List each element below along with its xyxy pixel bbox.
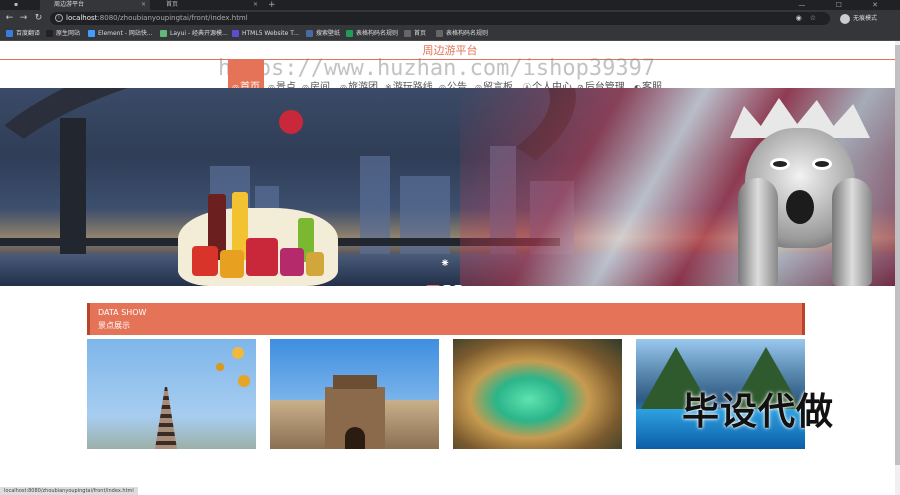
bookmark-icon: [88, 30, 95, 37]
profile-label: 无痕模式: [853, 15, 878, 22]
carousel-dot[interactable]: [443, 285, 451, 286]
attraction-card[interactable]: [270, 339, 439, 449]
reload-icon[interactable]: ↻: [33, 13, 44, 24]
gate-tower: [333, 375, 377, 389]
pagoda: [155, 387, 177, 449]
mouse-cursor-indicator: [279, 110, 303, 134]
bridge-tower: [60, 118, 86, 258]
site-info-icon[interactable]: i: [55, 14, 63, 22]
carousel-dot[interactable]: [426, 285, 440, 286]
page: 周边游平台 https://www.huzhan.com/ishop39397 …: [0, 41, 900, 495]
bookmark-item[interactable]: HTML5 Website T...: [232, 27, 299, 41]
statue-hand: [738, 178, 778, 286]
attraction-card[interactable]: [453, 339, 622, 449]
jam-jar: [220, 250, 244, 278]
site-title: 周边游平台: [0, 41, 900, 60]
browser-menu-icon[interactable]: ▪: [0, 0, 24, 10]
bookmark-label: HTML5 Website T...: [242, 30, 299, 37]
gate-arch: [345, 427, 365, 449]
data-show-title-en: DATA SHOW: [98, 308, 147, 317]
back-icon[interactable]: ←: [4, 13, 15, 24]
bookmark-icon: [6, 30, 13, 37]
window-controls[interactable]: — ☐ ✕: [798, 0, 892, 10]
status-bar: localhost:8080/zhoubianyoupingtai/front/…: [0, 487, 138, 495]
bookmark-icon: [436, 30, 443, 37]
jam-jar: [246, 238, 278, 276]
loading-spinner-icon: ⁕: [440, 256, 451, 270]
bookmark-icon: [232, 30, 239, 37]
url-text: localhost:8080/zhoubianyoupingtai/front/…: [66, 14, 248, 22]
data-show-header: DATA SHOW 景点展示: [87, 303, 805, 335]
bookmark-icon: [160, 30, 167, 37]
jam-jar: [280, 248, 304, 276]
carousel-dot[interactable]: [454, 285, 462, 286]
city-gate: [325, 375, 385, 449]
browser-tab[interactable]: 首页 ✕: [152, 0, 262, 10]
bookmark-label: 表格构码名规则: [446, 30, 489, 37]
forward-icon[interactable]: →: [18, 13, 29, 24]
overlay-text: 毕设代做: [682, 390, 834, 433]
bookmark-label: 原生网站: [56, 30, 81, 37]
url-field[interactable]: i localhost:8080/zhoubianyoupingtai/fron…: [50, 12, 830, 25]
browser-tab-active[interactable]: 周边游平台 ✕: [40, 0, 150, 10]
attraction-card[interactable]: [87, 339, 256, 449]
bookmark-item[interactable]: 搜索壁纸: [306, 27, 340, 41]
bookmark-item[interactable]: 表格构码名规则: [346, 27, 398, 41]
jam-jar: [192, 246, 218, 276]
hero-banner[interactable]: ⁕: [0, 88, 895, 286]
bookmark-item[interactable]: 首页: [404, 27, 426, 41]
profile-button[interactable]: 无痕模式: [840, 13, 877, 24]
address-bar-row: ← → ↻ i localhost:8080/zhoubianyoupingta…: [0, 10, 900, 27]
tab-label: 周边游平台: [54, 1, 85, 8]
bookmark-item[interactable]: 原生网站: [46, 27, 80, 41]
tab-close-icon[interactable]: ✕: [253, 0, 258, 10]
statue-hand: [832, 178, 872, 286]
avatar: [840, 13, 850, 24]
statue-mouth: [786, 190, 814, 224]
bookmark-icon: [306, 30, 313, 37]
bookmark-label: 百度翻译: [16, 30, 41, 37]
data-show-title-cn: 景点展示: [98, 321, 130, 330]
statue-eye: [812, 158, 832, 170]
bookmarks-bar: 百度翻译 原生网站 Element - 网站快... Layui - 经典开源模...…: [0, 27, 900, 41]
bookmark-item[interactable]: Layui - 经典开源模...: [160, 27, 228, 41]
tab-close-icon[interactable]: ✕: [141, 0, 146, 10]
bookmark-icon: [404, 30, 411, 37]
statue-of-liberty: [720, 98, 880, 286]
bookmark-item[interactable]: 百度翻译: [6, 27, 40, 41]
jam-jar: [306, 252, 324, 276]
star-icon[interactable]: ◉☆: [796, 12, 824, 25]
bookmark-label: 表格构码名规则: [356, 30, 399, 37]
bookmark-icon: [46, 30, 53, 37]
autumn-leaves: [196, 339, 256, 409]
bookmark-item[interactable]: 表格构码名规则: [436, 27, 488, 41]
page-scrollbar[interactable]: [895, 41, 900, 495]
browser-tab-bar: ▪ 周边游平台 ✕ 首页 ✕ + — ☐ ✕: [0, 0, 900, 10]
scrollbar-thumb[interactable]: [895, 45, 900, 465]
bookmark-item[interactable]: Element - 网站快...: [88, 27, 153, 41]
new-tab-button[interactable]: +: [268, 0, 276, 10]
bookmark-label: 首页: [414, 30, 427, 37]
bookmark-label: Element - 网站快...: [98, 30, 153, 37]
bookmark-label: 搜索壁纸: [316, 30, 341, 37]
statue-eye: [770, 158, 790, 170]
carousel-dots: [426, 274, 465, 286]
bookmark-label: Layui - 经典开源模...: [170, 30, 228, 37]
bookmark-icon: [346, 30, 353, 37]
tab-label: 首页: [166, 1, 179, 8]
